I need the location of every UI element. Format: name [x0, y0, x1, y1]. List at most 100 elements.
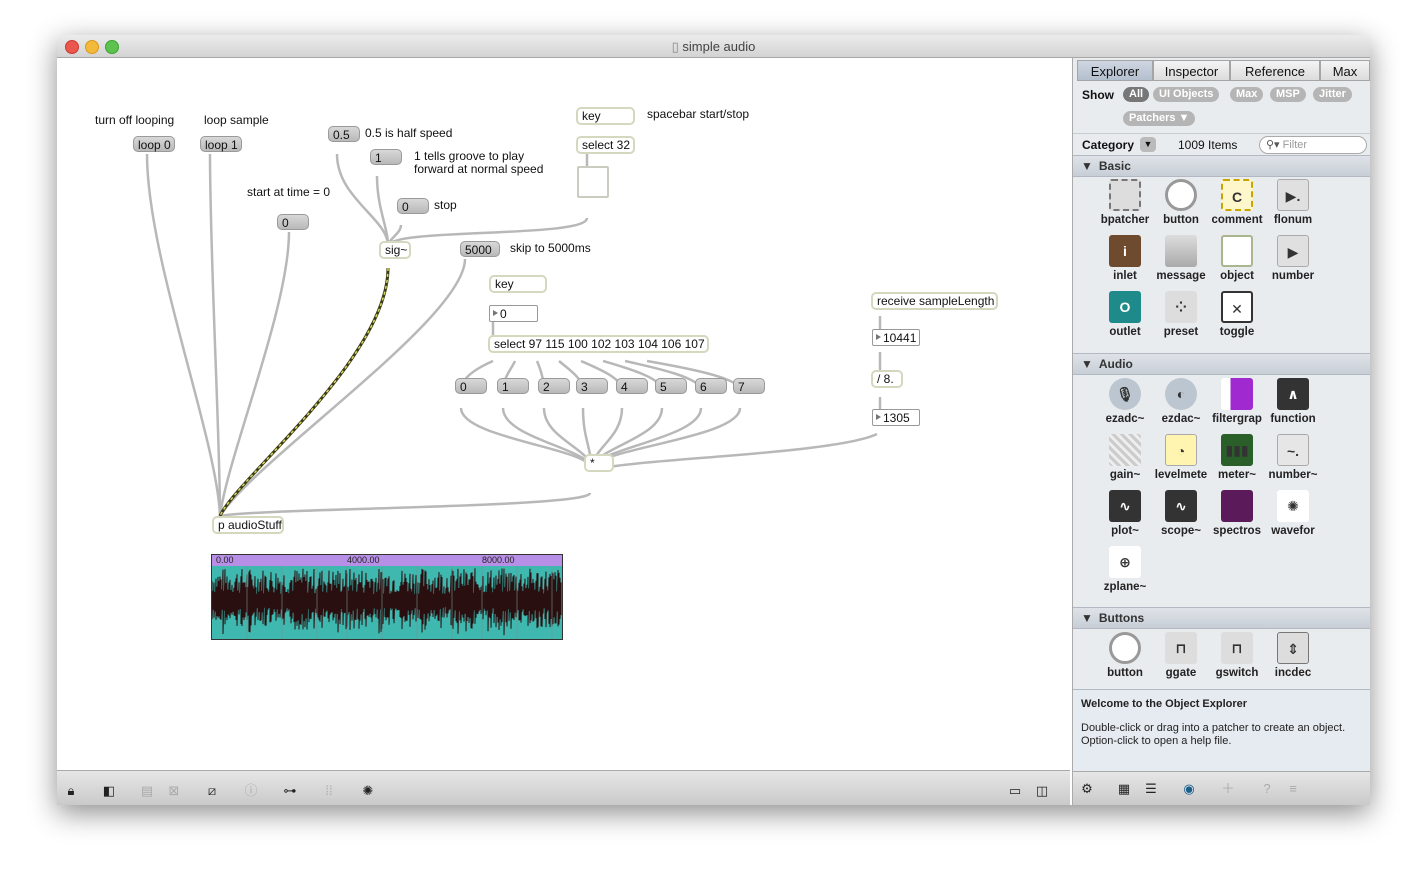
tab-reference[interactable]: Reference — [1230, 60, 1320, 81]
explorer-item-label: gain~ — [1109, 469, 1141, 481]
message-2[interactable]: 2 — [538, 378, 570, 394]
explorer-item-number[interactable]: ▶ number — [1265, 235, 1321, 282]
filter-patchers[interactable]: Patchers ▼ — [1123, 111, 1196, 126]
filter-all[interactable]: All — [1123, 87, 1150, 102]
message-5[interactable]: 5 — [655, 378, 687, 394]
explorer-item-incdec[interactable]: ⇕ incdec — [1265, 632, 1321, 679]
object-sig[interactable]: sig~ — [379, 241, 411, 259]
explorer-item-preset[interactable]: ⁘ preset — [1153, 291, 1209, 338]
explorer-item-function[interactable]: ∧ function — [1265, 378, 1321, 425]
presentation-icon[interactable]: ◧ — [101, 783, 117, 799]
tab-inspector[interactable]: Inspector — [1153, 60, 1230, 81]
object-select-keys[interactable]: select 97 115 100 102 103 104 106 107 — [488, 335, 709, 353]
grid-icon[interactable]: ⁞⁞ — [321, 783, 337, 799]
waveform-trace — [212, 566, 562, 639]
explorer-item-zplane[interactable]: ⊕ zplane~ — [1097, 546, 1153, 593]
filter-msp[interactable]: MSP — [1270, 87, 1306, 102]
explorer-item-label: number~ — [1268, 469, 1318, 481]
add-icon[interactable]: ＋ — [1220, 781, 1236, 797]
show-label: Show — [1082, 88, 1114, 102]
explorer-item-button[interactable]: button — [1153, 179, 1209, 226]
debug-icon[interactable]: ✺ — [360, 783, 376, 799]
list-view-icon[interactable]: ☰ — [1143, 781, 1159, 797]
message-skip-5000[interactable]: 5000 — [460, 241, 500, 257]
message-6[interactable]: 6 — [695, 378, 727, 394]
info-icon[interactable]: ⓘ — [243, 783, 259, 799]
object-key[interactable]: key — [489, 275, 547, 293]
object-multiply[interactable]: * — [584, 454, 614, 472]
explorer-item-gswitch[interactable]: ⊓ gswitch — [1209, 632, 1265, 679]
explorer-item-bpatcher[interactable]: bpatcher — [1097, 179, 1153, 226]
lock-icon[interactable]: 🔒︎ — [63, 783, 79, 799]
explorer-item-label: spectros — [1213, 525, 1261, 537]
message-3[interactable]: 3 — [576, 378, 608, 394]
section-audio[interactable]: ▼ Audio — [1073, 353, 1370, 375]
split-horizontal-icon[interactable]: ▭ — [1007, 783, 1023, 799]
explorer-item-levelmete[interactable]: ◔ levelmete — [1153, 434, 1209, 481]
message-one[interactable]: 1 — [370, 149, 402, 165]
settings-gear-icon[interactable]: ⚙ — [1079, 781, 1095, 797]
menu-icon[interactable]: ≡ — [1285, 781, 1301, 797]
section-buttons[interactable]: ▼ Buttons — [1073, 607, 1370, 629]
explorer-item-label: toggle — [1219, 326, 1255, 338]
object-divide-8[interactable]: / 8. — [871, 370, 903, 388]
patcher-canvas[interactable]: turn off looping loop sample start at ti… — [57, 58, 1070, 770]
split-vertical-icon[interactable]: ◫ — [1034, 783, 1050, 799]
number-icon: ~. — [1277, 434, 1309, 466]
gain-icon — [1109, 434, 1141, 466]
object-key-space[interactable]: key — [576, 107, 635, 125]
explorer-item-meter[interactable]: ▮▮▮ meter~ — [1209, 434, 1265, 481]
help-icon[interactable]: ? — [1259, 781, 1275, 797]
presentation-mode-icon[interactable]: ⧄ — [204, 783, 220, 799]
explorer-item-number[interactable]: ~. number~ — [1265, 434, 1321, 481]
explorer-item-inlet[interactable]: i inlet — [1097, 235, 1153, 282]
filter-jitter[interactable]: Jitter — [1313, 87, 1352, 102]
explorer-item-toggle[interactable]: ✕ toggle — [1209, 291, 1265, 338]
explorer-item-spectros[interactable]: spectros — [1209, 490, 1265, 537]
align-icon[interactable]: ⊶ — [282, 783, 298, 799]
message-start-zero[interactable]: 0 — [277, 214, 309, 230]
explorer-item-object[interactable]: object — [1209, 235, 1265, 282]
explorer-item-wavefor[interactable]: ✺ wavefor — [1265, 490, 1321, 537]
message-0[interactable]: 0 — [455, 378, 487, 394]
explorer-item-ezdac[interactable]: ◐ ezdac~ — [1153, 378, 1209, 425]
delete-icon[interactable]: ⊠ — [166, 783, 182, 799]
category-dropdown-icon[interactable]: ▼ — [1140, 137, 1156, 152]
new-object-icon[interactable]: ▤ — [139, 783, 155, 799]
explorer-item-scope[interactable]: ∿ scope~ — [1153, 490, 1209, 537]
tab-explorer[interactable]: Explorer — [1077, 60, 1153, 81]
explorer-item-outlet[interactable]: Ooutlet — [1097, 291, 1153, 338]
explorer-item-flonum[interactable]: ▶. flonum — [1265, 179, 1321, 226]
filter-input[interactable]: ⚲▾ Filter — [1259, 136, 1367, 154]
eye-icon[interactable]: ◉ — [1181, 781, 1197, 797]
explorer-item-button[interactable]: button — [1097, 632, 1153, 679]
explorer-item-message[interactable]: message — [1153, 235, 1209, 282]
message-4[interactable]: 4 — [616, 378, 648, 394]
explorer-item-gain[interactable]: gain~ — [1097, 434, 1153, 481]
message-half-speed[interactable]: 0.5 — [328, 126, 360, 142]
explorer-item-ggate[interactable]: ⊓ ggate — [1153, 632, 1209, 679]
waveform-display[interactable]: 0.00 4000.00 8000.00 — [211, 554, 563, 640]
message-loop-1[interactable]: loop 1 — [200, 136, 242, 152]
explorer-item-ezadc[interactable]: 🎙︎ ezadc~ — [1097, 378, 1153, 425]
filter-max[interactable]: Max — [1230, 87, 1264, 102]
section-basic[interactable]: ▼ Basic — [1073, 155, 1370, 177]
filter-ui-objects[interactable]: UI Objects — [1153, 87, 1220, 102]
bang-button[interactable] — [577, 166, 609, 198]
number-sample-length[interactable]: 10441 — [872, 329, 920, 346]
explorer-item-filtergrap[interactable]: filtergrap — [1209, 378, 1265, 425]
message-loop-0[interactable]: loop 0 — [133, 136, 175, 152]
number-divided[interactable]: 1305 — [872, 409, 920, 426]
grid-view-icon[interactable]: ▦ — [1116, 781, 1132, 797]
object-select-32[interactable]: select 32 — [576, 136, 635, 154]
message-7[interactable]: 7 — [733, 378, 765, 394]
object-p-audiostuff[interactable]: p audioStuff — [212, 516, 284, 534]
message-1[interactable]: 1 — [497, 378, 529, 394]
explorer-item-plot[interactable]: ∿ plot~ — [1097, 490, 1153, 537]
number-key-code[interactable]: 0 — [489, 305, 538, 322]
tab-max[interactable]: Max — [1320, 60, 1370, 81]
message-stop-zero[interactable]: 0 — [397, 198, 429, 214]
object-receive-samplelength[interactable]: receive sampleLength — [871, 292, 998, 310]
cord — [590, 407, 742, 469]
explorer-item-comment[interactable]: Ccomment — [1209, 179, 1265, 226]
